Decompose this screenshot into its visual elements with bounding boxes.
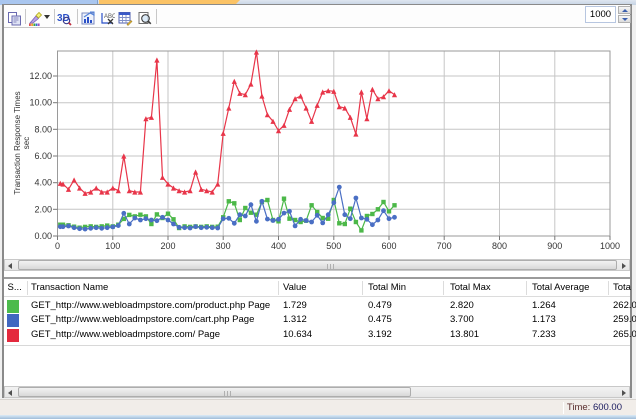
svg-text:700: 700 — [437, 241, 452, 251]
svg-text:2.00: 2.00 — [34, 204, 52, 214]
svg-text:400: 400 — [271, 241, 286, 251]
svg-text:0.00: 0.00 — [34, 231, 52, 241]
svg-text:sec: sec — [22, 137, 31, 149]
svg-text:10.00: 10.00 — [29, 98, 52, 108]
svg-text:0: 0 — [55, 241, 60, 251]
svg-text:600: 600 — [381, 241, 396, 251]
svg-text:800: 800 — [492, 241, 507, 251]
svg-text:6.00: 6.00 — [34, 151, 52, 161]
svg-text:Transaction Response Times: Transaction Response Times — [13, 91, 22, 194]
svg-text:4.00: 4.00 — [34, 178, 52, 188]
svg-text:200: 200 — [160, 241, 175, 251]
svg-text:8.00: 8.00 — [34, 124, 52, 134]
svg-text:900: 900 — [547, 241, 562, 251]
svg-text:12.00: 12.00 — [29, 71, 52, 81]
svg-text:500: 500 — [326, 241, 341, 251]
svg-text:1000: 1000 — [600, 241, 620, 251]
svg-text:100: 100 — [105, 241, 120, 251]
svg-text:300: 300 — [216, 241, 231, 251]
